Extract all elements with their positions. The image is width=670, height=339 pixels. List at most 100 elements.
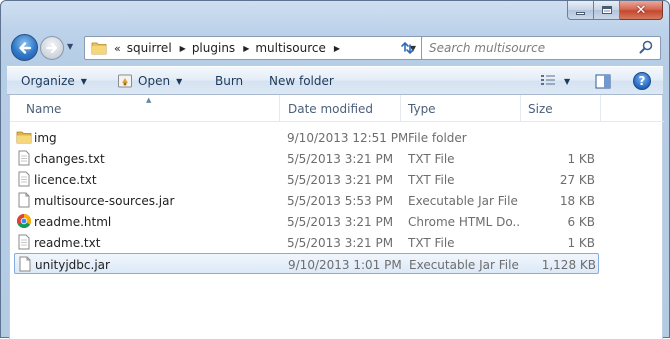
close-button[interactable]: ✕	[620, 1, 663, 20]
file-row-selected[interactable]: unityjdbc.jar 9/10/2013 1:01 PM Executab…	[14, 253, 599, 274]
text-file-icon	[18, 234, 30, 250]
file-type: TXT File	[408, 172, 455, 187]
folder-icon	[91, 42, 107, 55]
maximize-button[interactable]	[594, 1, 620, 20]
file-type: TXT File	[408, 151, 455, 166]
jar-file-icon	[18, 192, 30, 208]
breadcrumb-squirrel[interactable]: squirrel	[127, 41, 172, 55]
breadcrumb-plugins[interactable]: plugins	[192, 41, 235, 55]
help-icon: ?	[638, 74, 646, 88]
new-folder-button[interactable]: New folder	[269, 67, 334, 95]
file-name: readme.html	[34, 214, 112, 229]
details-view-icon	[541, 75, 555, 85]
file-type: Executable Jar File	[409, 257, 519, 272]
maximize-icon	[601, 6, 612, 14]
column-date-label: Date modified	[288, 101, 374, 116]
file-name: img	[34, 130, 57, 145]
column-header-date[interactable]: Date modified	[280, 95, 400, 122]
command-bar: Organize ▼ Open ▼ Burn New folder ▼ ?	[7, 66, 663, 95]
column-name-label: Name	[26, 101, 62, 116]
chevron-right-icon[interactable]: ▶	[243, 44, 249, 53]
close-icon: ✕	[635, 2, 647, 18]
file-type: Executable Jar File	[408, 193, 518, 208]
open-with-icon	[118, 74, 132, 88]
column-headers: ▲ Name Date modified Type Size	[10, 95, 664, 122]
text-file-icon	[18, 150, 30, 166]
file-type: TXT File	[408, 235, 455, 250]
chevron-down-icon: ▼	[80, 76, 87, 86]
file-row[interactable]: multisource-sources.jar 5/5/2013 5:53 PM…	[14, 190, 599, 211]
jar-file-icon	[19, 256, 31, 272]
folder-icon	[16, 131, 32, 144]
breadcrumb-overflow[interactable]: «	[114, 42, 121, 55]
text-file-icon	[18, 171, 30, 187]
refresh-button[interactable]	[396, 36, 418, 60]
column-header-name[interactable]: Name	[18, 95, 283, 122]
file-row[interactable]: readme.html 5/5/2013 3:21 PM Chrome HTML…	[14, 211, 599, 232]
change-view-button[interactable]: ▼	[540, 73, 570, 89]
column-divider[interactable]	[600, 95, 601, 122]
file-row[interactable]: readme.txt 5/5/2013 3:21 PM TXT File 1 K…	[14, 232, 599, 253]
preview-pane-icon	[595, 74, 611, 88]
file-size: 18 KB	[559, 193, 595, 208]
file-type: File folder	[408, 130, 467, 145]
search-box[interactable]	[421, 36, 661, 60]
forward-arrow-icon	[46, 42, 58, 54]
file-size: 1 KB	[567, 235, 595, 250]
column-size-label: Size	[528, 101, 553, 116]
search-input[interactable]	[422, 38, 632, 58]
file-date: 5/5/2013 5:53 PM	[287, 193, 394, 208]
address-bar[interactable]: « squirrel ▶ plugins ▶ multisource ▶ ▼	[84, 36, 424, 60]
file-row[interactable]: img 9/10/2013 12:51 PM File folder	[14, 127, 599, 148]
chevron-down-icon[interactable]: ▼	[564, 77, 570, 86]
file-date: 5/5/2013 3:21 PM	[287, 214, 394, 229]
file-name: readme.txt	[34, 235, 101, 250]
refresh-icon	[401, 41, 414, 55]
file-name: unityjdbc.jar	[35, 257, 110, 272]
minimize-icon	[576, 11, 585, 15]
chrome-icon	[17, 214, 31, 228]
file-list-pane: ▲ Name Date modified Type Size img 9/10/…	[9, 95, 664, 339]
forward-button[interactable]	[40, 36, 64, 60]
minimize-button[interactable]	[567, 1, 594, 20]
file-size: 6 KB	[567, 214, 595, 229]
new-folder-label: New folder	[269, 74, 334, 88]
file-size	[514, 127, 595, 148]
file-name: changes.txt	[34, 151, 105, 166]
burn-button[interactable]: Burn	[215, 67, 243, 95]
open-label: Open	[138, 74, 171, 88]
file-size: 27 KB	[559, 172, 595, 187]
chevron-down-icon: ▼	[176, 76, 183, 86]
back-arrow-icon	[18, 41, 31, 54]
column-type-label: Type	[408, 101, 436, 116]
explorer-window: ✕ ▼ « squirrel ▶ plugins ▶ multisource ▶…	[0, 0, 670, 339]
file-date: 5/5/2013 3:21 PM	[287, 151, 394, 166]
file-size: 1,128 KB	[541, 257, 596, 272]
file-row[interactable]: changes.txt 5/5/2013 3:21 PM TXT File 1 …	[14, 148, 599, 169]
burn-label: Burn	[215, 74, 244, 88]
chevron-right-icon[interactable]: ▶	[180, 44, 186, 53]
file-date: 9/10/2013 1:01 PM	[288, 257, 402, 272]
navigation-bar: ▼ « squirrel ▶ plugins ▶ multisource ▶ ▼	[11, 34, 661, 62]
file-name: multisource-sources.jar	[34, 193, 175, 208]
organize-button[interactable]: Organize ▼	[21, 67, 87, 95]
file-row[interactable]: licence.txt 5/5/2013 3:21 PM TXT File 27…	[14, 169, 599, 190]
file-date: 5/5/2013 3:21 PM	[287, 172, 394, 187]
organize-label: Organize	[21, 74, 75, 88]
file-size: 1 KB	[567, 151, 595, 166]
column-header-size[interactable]: Size	[520, 95, 600, 122]
breadcrumb-multisource[interactable]: multisource	[255, 41, 326, 55]
file-date: 9/10/2013 12:51 PM	[287, 130, 407, 145]
chevron-right-icon[interactable]: ▶	[334, 44, 340, 53]
preview-pane-button[interactable]	[595, 73, 611, 89]
file-name: licence.txt	[34, 172, 97, 187]
recent-pages-dropdown-icon[interactable]: ▼	[67, 42, 73, 51]
column-header-type[interactable]: Type	[400, 95, 520, 122]
file-type: Chrome HTML Do...	[408, 214, 520, 229]
file-date: 5/5/2013 3:21 PM	[287, 235, 394, 250]
help-button[interactable]: ?	[633, 72, 651, 90]
search-icon[interactable]	[639, 40, 654, 55]
open-button[interactable]: Open ▼	[117, 67, 182, 95]
back-button[interactable]	[11, 34, 38, 61]
caption-buttons: ✕	[567, 1, 663, 20]
